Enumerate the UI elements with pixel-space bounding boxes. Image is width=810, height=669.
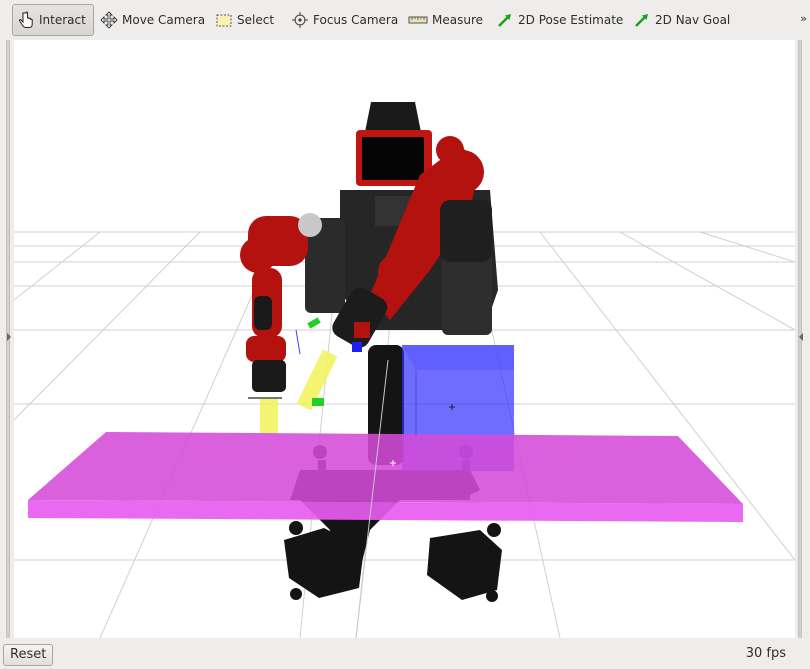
- interact-tool-label: Interact: [39, 13, 86, 27]
- measure-tool-button[interactable]: Measure: [404, 4, 487, 36]
- 3d-render-viewport[interactable]: [14, 40, 795, 638]
- measure-tool-label: Measure: [432, 13, 483, 27]
- right-panel-splitter[interactable]: [795, 40, 810, 638]
- move-camera-tool-button[interactable]: Move Camera: [96, 4, 209, 36]
- left-panel-splitter[interactable]: [0, 40, 14, 638]
- pose-estimate-tool-label: 2D Pose Estimate: [518, 13, 624, 27]
- nav-goal-tool-button[interactable]: 2D Nav Goal: [629, 4, 734, 36]
- interact-tool-button[interactable]: Interact: [12, 4, 94, 36]
- expand-right-arrow-icon[interactable]: [799, 333, 803, 341]
- move-camera-icon: [100, 11, 118, 29]
- select-tool-button[interactable]: Select: [211, 4, 278, 36]
- expand-left-arrow-icon[interactable]: [7, 333, 11, 341]
- select-tool-label: Select: [237, 13, 275, 27]
- scene-canvas[interactable]: [14, 40, 795, 638]
- select-box-icon: [216, 14, 232, 27]
- tool-bar: Interact Move Camera Select Focus Camera…: [0, 0, 810, 40]
- green-arrow-icon: [635, 14, 648, 27]
- hand-pointer-icon: [18, 11, 33, 28]
- ruler-icon: [408, 16, 428, 24]
- move-camera-tool-label: Move Camera: [122, 13, 206, 27]
- focus-camera-tool-label: Focus Camera: [313, 13, 399, 27]
- toolbar-overflow-button[interactable]: »: [800, 12, 807, 25]
- status-bar: Reset 30 fps: [0, 638, 810, 669]
- green-arrow-icon: [498, 14, 511, 27]
- planning-table: [28, 432, 743, 522]
- focus-camera-tool-button[interactable]: Focus Camera: [287, 4, 402, 36]
- focus-crosshair-icon: [292, 12, 308, 28]
- pose-estimate-tool-button[interactable]: 2D Pose Estimate: [492, 4, 627, 36]
- reset-button[interactable]: Reset: [3, 644, 54, 666]
- fps-readout: 30 fps: [745, 646, 786, 661]
- nav-goal-tool-label: 2D Nav Goal: [655, 13, 731, 27]
- left-gripper-marker: [248, 397, 282, 434]
